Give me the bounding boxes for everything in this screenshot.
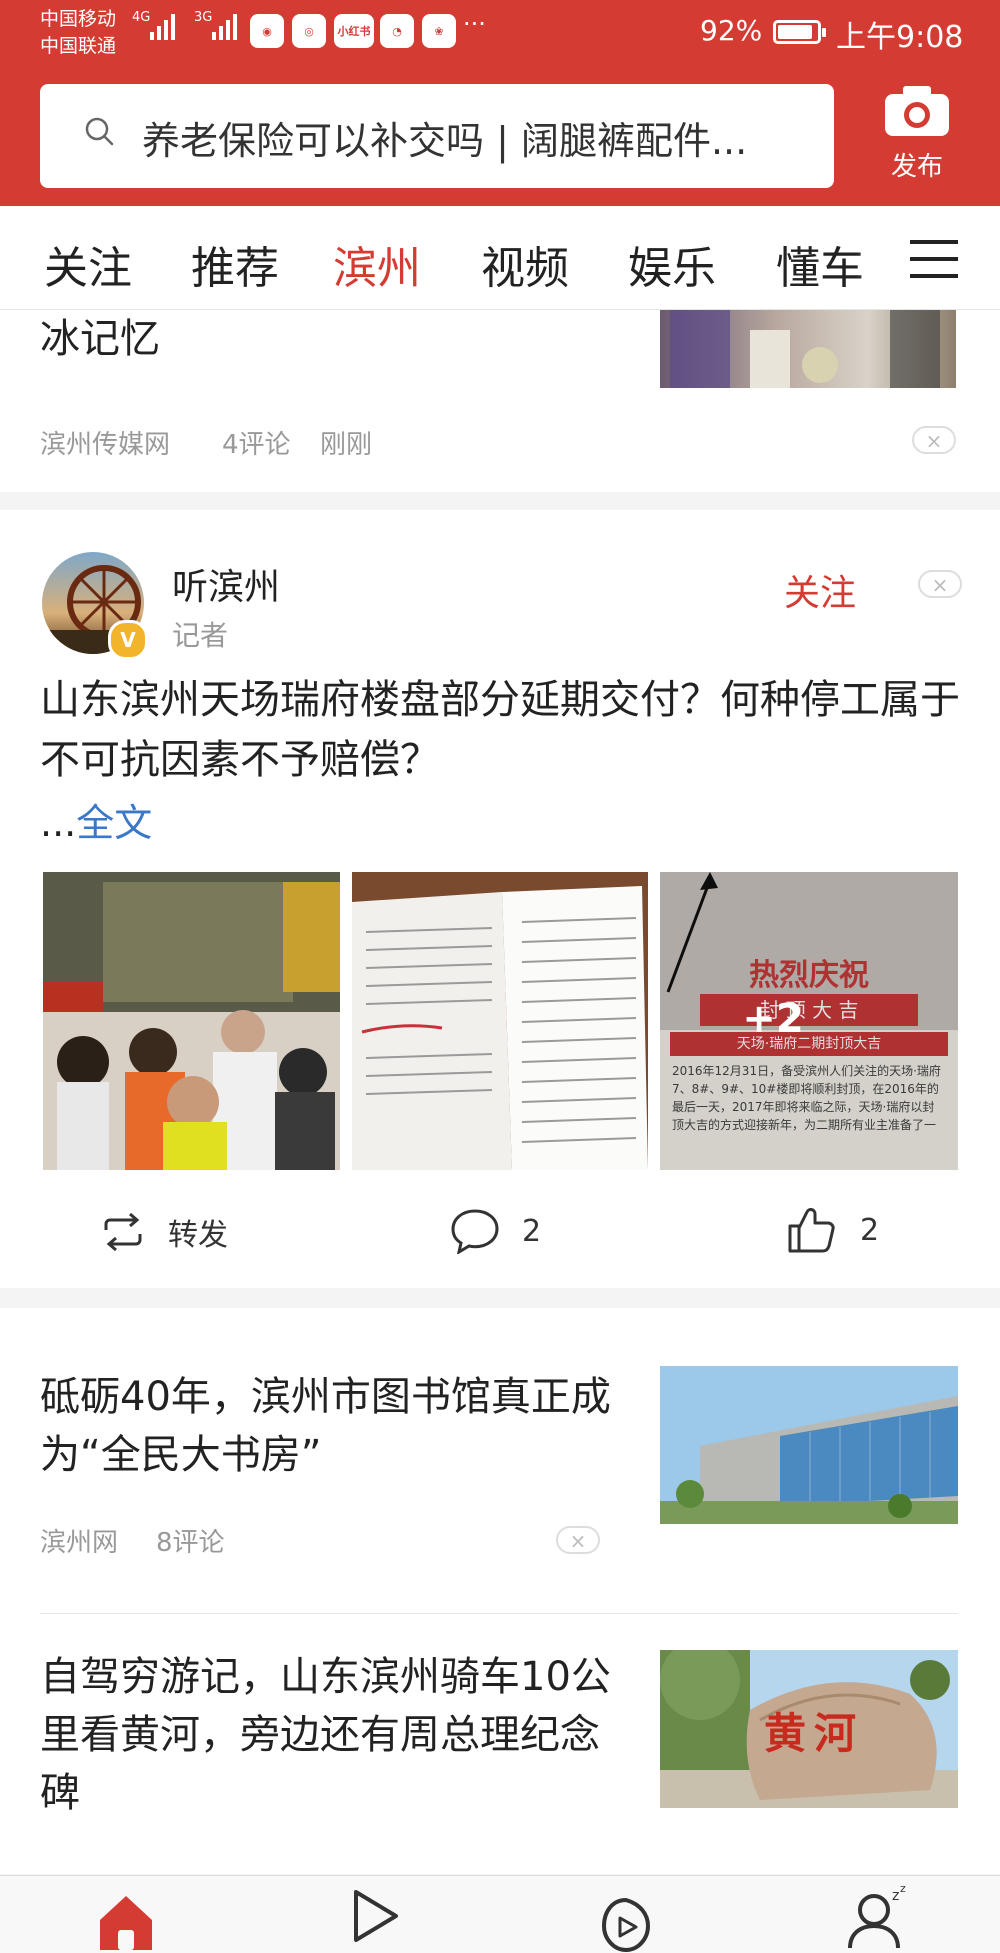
dismiss-button[interactable]: × [912,426,956,454]
tab-follow[interactable]: 关注 [44,232,132,296]
home-icon[interactable] [96,1890,156,1950]
news-item[interactable]: 自驾穷游记，山东滨州骑车10公里看黄河，旁边还有周总理纪念碑 黄河 [0,1614,1000,1874]
more-images-count: +2 [742,996,804,1042]
dismiss-button[interactable]: × [918,570,962,598]
status-bar: 中国移动 中国联通 4G 3G ◉ ◎ 小红书 ◔ ❀ ··· 92% 上午9:… [0,0,1000,68]
tab-cars[interactable]: 懂车 [776,232,864,296]
like-button[interactable]: 2 [786,1206,879,1254]
browser-notify-icon: ◎ [292,14,326,48]
news-time: 刚刚 [320,430,373,460]
tab-binzhou[interactable]: 滨州 [333,232,421,296]
xiaohongshu-notify-icon: 小红书 [334,14,374,48]
comment-button[interactable]: 2 [450,1208,541,1254]
comment-icon [451,1209,499,1254]
carrier-2: 中国联通 [40,35,117,57]
more-notifications-icon: ··· [463,10,486,38]
tab-video[interactable]: 视频 [481,232,569,296]
repost-button[interactable]: 转发 [100,1210,228,1254]
weibo-notify-icon: ◉ [250,14,284,48]
repost-icon [104,1212,142,1252]
news-thumbnail: 黄河 [660,1650,958,1808]
news-source: 滨州传媒网 [40,430,171,460]
news-item[interactable]: 砥砺40年，滨州市图书馆真正成为“全民大书房” 滨州网 8评论 × [0,1308,1000,1613]
full-text-link[interactable]: 全文 [76,801,152,845]
news-comments: 4评论 [222,430,291,460]
stone-inscription: 黄河 [764,1709,865,1758]
search-icon [85,117,114,146]
post-text: 山东滨州天场瑞府楼盘部分延期交付？何种停工属于不可抗因素不予赔偿？ [40,677,960,783]
ellipsis: ... [40,801,77,845]
signal-icon-2 [212,14,237,40]
camera-icon [885,86,949,136]
news-title: 砥砺40年，滨州市图书馆真正成为“全民大书房” [40,1374,611,1478]
publish-button[interactable]: 发布 [870,82,964,183]
battery-percent: 92% [700,14,763,47]
post-image-1[interactable] [43,872,340,1170]
network-type-1: 4G [132,10,151,25]
news-thumbnail [660,310,956,388]
search-box[interactable]: 养老保险可以补交吗 | 阔腿裤配件... [40,84,834,188]
news-item[interactable]: 冰记忆 滨州传媒网 4评论 刚刚 × [0,310,1000,492]
post-image-2[interactable] [352,872,648,1170]
post-image-3[interactable]: 热烈庆祝 封 顶 大 吉 天场·瑞府二期封顶大吉 2016年12月31日，备受滨… [660,872,958,1170]
weibo-post-card: V 听滨州 记者 关注 × 山东滨州天场瑞府楼盘部分延期交付？何种停工属于不可抗… [0,510,1000,1288]
clock: 上午9:08 [836,20,964,55]
author-name[interactable]: 听滨州 [172,558,280,610]
repost-label: 转发 [168,1218,228,1253]
battery-icon [773,20,826,44]
news-source: 滨州网 [40,1528,119,1558]
news-title: 自驾穷游记，山东滨州骑车10公里看黄河，旁边还有周总理纪念碑 [40,1654,611,1816]
search-placeholder: 养老保险可以补交吗 | 阔腿裤配件... [142,119,748,163]
tab-entertainment[interactable]: 娱乐 [628,232,716,296]
bottom-nav: z z [0,1875,1000,1953]
carrier-1: 中国移动 [40,8,117,30]
news-list: 砥砺40年，滨州市图书馆真正成为“全民大书房” 滨州网 8评论 × 自驾穷游记，… [0,1308,1000,1874]
app-header: 养老保险可以补交吗 | 阔腿裤配件... 发布 [0,68,1000,206]
thumbs-up-icon [788,1208,835,1253]
dismiss-button[interactable]: × [556,1526,600,1554]
publish-label: 发布 [890,152,943,182]
profile-icon[interactable]: z z [846,1884,910,1948]
tab-recommend[interactable]: 推荐 [191,232,279,296]
baidu-notify-icon: ❀ [422,14,456,48]
post-expand[interactable]: ...全文 [40,792,152,847]
signal-icon [150,14,175,40]
news-comments: 8评论 [156,1528,225,1558]
carrier-names: 中国移动 中国联通 [40,6,116,60]
channel-menu-icon[interactable] [910,240,958,291]
news-title: 冰记忆 [40,316,160,362]
comment-count: 2 [522,1213,542,1249]
like-count: 2 [860,1212,880,1248]
network-type-2: 3G [194,10,213,25]
svg-text:z: z [892,1888,899,1904]
news-thumbnail [660,1366,958,1524]
svg-text:z: z [900,1884,906,1895]
video-play-icon[interactable] [350,1888,400,1944]
live-icon[interactable] [600,1896,652,1952]
app-notify-icon: ◔ [380,14,414,48]
verified-badge-icon: V [108,620,148,660]
author-role: 记者 [172,619,229,652]
tabs-fade [856,206,906,308]
follow-button[interactable]: 关注 [784,564,856,616]
channel-tabs: 关注 推荐 滨州 视频 娱乐 懂车 [0,206,1000,310]
